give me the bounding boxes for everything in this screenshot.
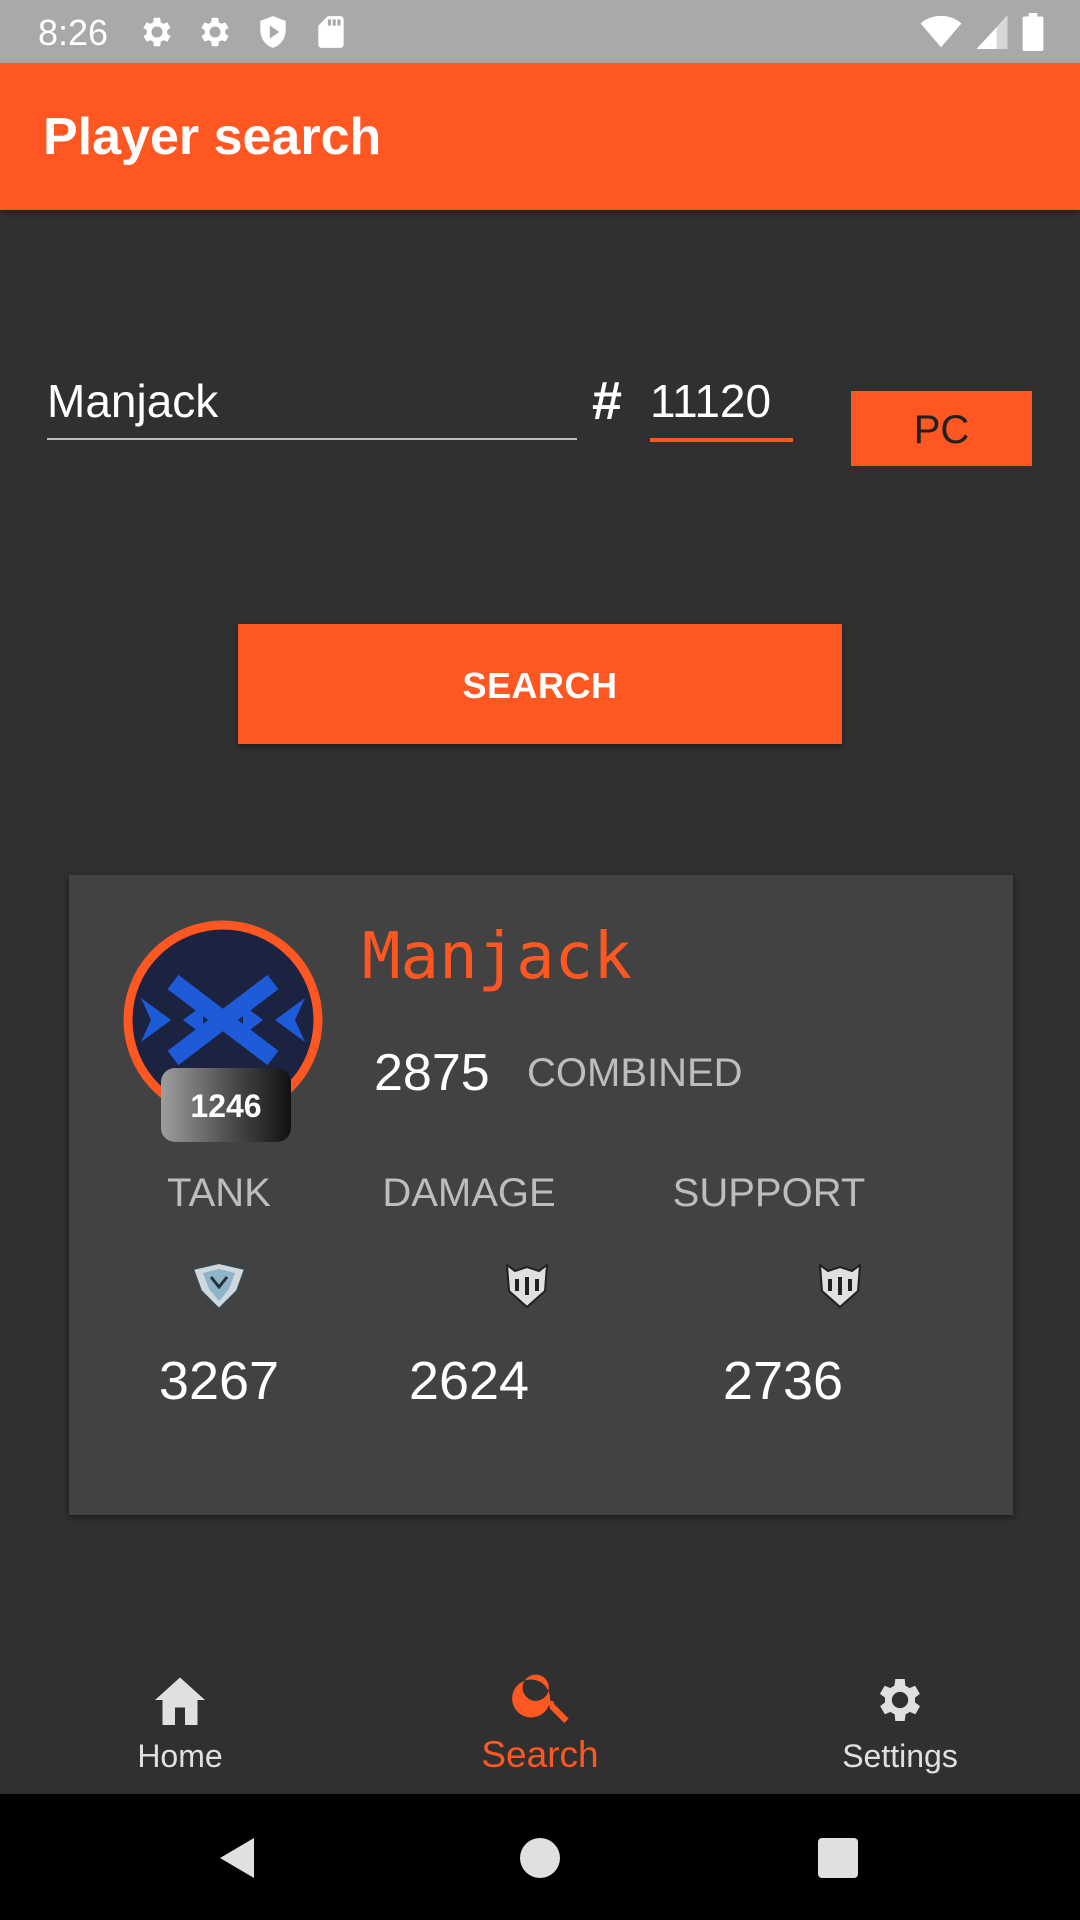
nav-label-home: Home — [137, 1738, 223, 1774]
player-card: 1246 Manjack 2875 COMBINED TANK 3267 DAM… — [69, 875, 1013, 1515]
search-button[interactable]: SEARCH — [238, 624, 842, 744]
status-bar: 8:26 — [0, 0, 1080, 63]
nav-item-settings[interactable]: Settings — [720, 1640, 1080, 1794]
gear-icon — [196, 13, 234, 51]
home-icon — [150, 1672, 210, 1728]
role-label-damage: DAMAGE — [382, 1171, 556, 1215]
combined-label: COMBINED — [527, 1051, 743, 1095]
signal-icon — [976, 15, 1008, 54]
app-bar: Player search — [0, 63, 1080, 210]
system-nav-bar — [0, 1794, 1080, 1920]
nav-label-search: Search — [481, 1734, 599, 1775]
role-label-tank: TANK — [167, 1171, 271, 1215]
combined-rating: 2875 — [374, 1044, 490, 1102]
hash-label: # — [592, 371, 623, 431]
page-title: Player search — [43, 108, 382, 166]
wifi-icon — [920, 15, 962, 54]
gear-icon — [138, 13, 176, 51]
home-circle-icon[interactable] — [516, 1834, 564, 1882]
sd-card-icon — [312, 13, 350, 51]
status-left-icons — [138, 13, 350, 51]
nav-item-home[interactable]: Home — [0, 1640, 360, 1794]
gold-rank-icon — [816, 1261, 872, 1311]
shield-icon — [254, 13, 292, 51]
nav-label-settings: Settings — [842, 1738, 958, 1774]
level-badge: 1246 — [161, 1068, 291, 1142]
battery-icon — [1022, 13, 1044, 56]
role-sr-tank: 3267 — [158, 1351, 280, 1411]
status-time: 8:26 — [38, 12, 109, 53]
player-name: Manjack — [362, 920, 632, 994]
gold-rank-icon — [503, 1261, 559, 1311]
player-name-input[interactable]: Manjack — [47, 368, 577, 440]
role-label-support: SUPPORT — [672, 1171, 866, 1215]
bottom-nav: Home Search Settings — [0, 1640, 1080, 1794]
back-icon[interactable] — [214, 1834, 262, 1882]
gear-icon — [870, 1672, 930, 1728]
status-right-icons — [920, 13, 1044, 56]
search-icon — [508, 1660, 578, 1730]
role-sr-damage: 2624 — [408, 1351, 530, 1411]
platform-button[interactable]: PC — [851, 391, 1032, 466]
role-sr-support: 2736 — [722, 1351, 844, 1411]
battletag-number-input[interactable]: 11120 — [650, 368, 793, 442]
platinum-rank-icon — [191, 1261, 247, 1311]
nav-item-search[interactable]: Search — [360, 1640, 720, 1794]
recents-icon[interactable] — [814, 1834, 862, 1882]
